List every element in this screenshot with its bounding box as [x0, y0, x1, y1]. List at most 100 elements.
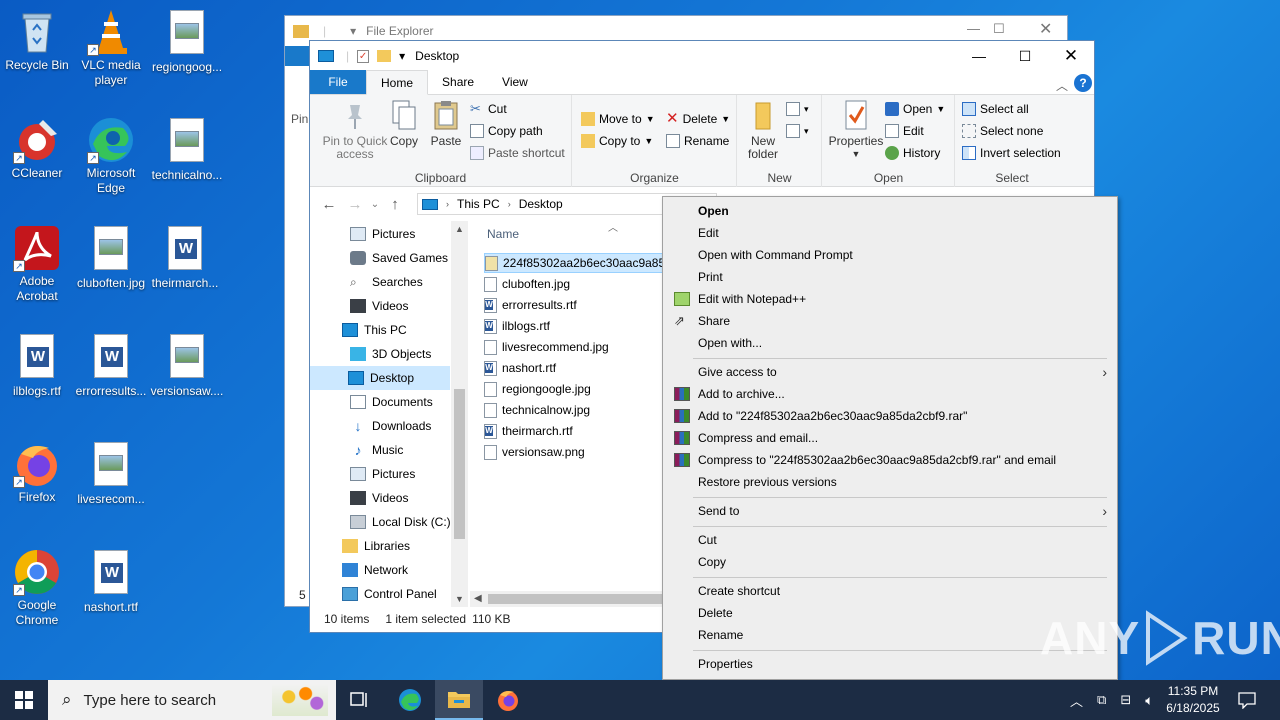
new-folder-button[interactable]: New folder: [744, 99, 782, 161]
tab-share[interactable]: Share: [428, 70, 488, 94]
breadcrumb-this-pc[interactable]: This PC: [457, 197, 500, 211]
file-item[interactable]: technicalnow.jpg: [484, 400, 590, 420]
copy-path-button[interactable]: Copy path: [470, 121, 543, 141]
menu-item-edit[interactable]: Edit: [665, 222, 1115, 244]
close-button[interactable]: ✕: [1048, 41, 1094, 71]
desktop-icon-livesrecommend[interactable]: livesrecom...: [74, 440, 148, 507]
maximize-button[interactable]: ☐: [1002, 41, 1048, 71]
maximize-button[interactable]: ☐: [993, 21, 1005, 37]
menu-item-compress-and-email[interactable]: Compress and email...: [665, 427, 1115, 449]
nav-item-pictures-2[interactable]: Pictures: [350, 462, 415, 486]
desktop-icon-firefox[interactable]: ↗ Firefox: [0, 440, 74, 505]
desktop-icon-ilblogs[interactable]: W ilblogs.rtf: [0, 332, 74, 399]
navigation-scrollbar[interactable]: ▲ ▼: [451, 221, 468, 607]
properties-qat-icon[interactable]: ✓: [357, 49, 370, 63]
taskbar-file-explorer-button[interactable]: [435, 680, 483, 720]
desktop-icon-edge[interactable]: ↗ Microsoft Edge: [74, 116, 148, 196]
menu-item-open[interactable]: Open: [665, 200, 1115, 222]
new-folder-qat-icon[interactable]: [377, 50, 392, 62]
scroll-up-arrow-icon[interactable]: ▲: [451, 221, 468, 237]
scroll-down-arrow-icon[interactable]: ▼: [451, 591, 468, 607]
nav-item-libraries[interactable]: Libraries: [342, 534, 410, 558]
nav-item-saved-games[interactable]: Saved Games: [350, 246, 448, 270]
desktop-icon-versionsaw[interactable]: versionsaw....: [150, 332, 224, 399]
paste-shortcut-button[interactable]: Paste shortcut: [470, 143, 565, 163]
menu-item-print[interactable]: Print: [665, 266, 1115, 288]
scrollbar-thumb[interactable]: [454, 389, 465, 539]
copy-to-button[interactable]: Copy to ▼: [581, 131, 653, 151]
volume-icon[interactable]: 🔈︎: [1145, 692, 1153, 709]
nav-item-this-pc[interactable]: This PC: [342, 318, 407, 342]
desktop-icon-recycle-bin[interactable]: Recycle Bin: [0, 8, 74, 73]
desktop-icon-regiongoogle[interactable]: regiongoog...: [150, 8, 224, 75]
collapse-ribbon-icon[interactable]: ︿: [1056, 77, 1068, 94]
help-icon[interactable]: ?: [1074, 74, 1092, 92]
file-tab-fragment[interactable]: [285, 46, 309, 66]
customize-qat-icon[interactable]: ▾: [399, 49, 405, 63]
invert-selection-button[interactable]: Invert selection: [962, 143, 1061, 163]
history-button[interactable]: History: [885, 143, 940, 163]
tab-home[interactable]: Home: [366, 70, 429, 95]
start-button[interactable]: [0, 680, 48, 720]
file-item[interactable]: ilblogs.rtf: [484, 316, 550, 336]
paste-button[interactable]: Paste: [428, 99, 464, 148]
menu-item-add-to-rar[interactable]: Add to "224f85302aa2b6ec30aac9a85da2cbf9…: [665, 405, 1115, 427]
back-arrow-icon[interactable]: ←: [316, 196, 342, 213]
device-icon[interactable]: ⧉: [1097, 692, 1106, 708]
task-view-button[interactable]: [336, 680, 384, 720]
cut-button[interactable]: ✂ Cut: [470, 99, 507, 119]
properties-button[interactable]: Properties ▼: [825, 99, 887, 161]
nav-item-videos-2[interactable]: Videos: [350, 486, 408, 510]
nav-item-videos[interactable]: Videos: [350, 294, 408, 318]
nav-item-documents[interactable]: Documents: [350, 390, 433, 414]
nav-item-control-panel[interactable]: Control Panel: [342, 582, 437, 606]
rename-button[interactable]: Rename: [666, 131, 729, 151]
select-none-button[interactable]: Select none: [962, 121, 1043, 141]
nav-item-network[interactable]: Network: [342, 558, 408, 582]
file-item[interactable]: theirmarch.rtf: [484, 421, 573, 441]
taskbar-clock[interactable]: 11:35 PM 6/18/2025: [1158, 683, 1228, 717]
minimize-button[interactable]: —: [967, 21, 980, 36]
move-to-button[interactable]: Move to ▼: [581, 109, 655, 129]
file-item[interactable]: versionsaw.png: [484, 442, 585, 462]
forward-arrow-icon[interactable]: →: [342, 196, 368, 213]
desktop-icon-theirmarch[interactable]: W theirmarch...: [148, 224, 222, 291]
menu-item-give-access-to[interactable]: Give access to ›: [665, 361, 1115, 383]
network-icon[interactable]: ⊟: [1120, 692, 1131, 708]
menu-item-edit-notepad-plus-plus[interactable]: Edit with Notepad++: [665, 288, 1115, 310]
menu-item-copy[interactable]: Copy: [665, 551, 1115, 573]
menu-item-open-command-prompt[interactable]: Open with Command Prompt: [665, 244, 1115, 266]
menu-item-create-shortcut[interactable]: Create shortcut: [665, 580, 1115, 602]
nav-item-pictures[interactable]: Pictures: [350, 222, 415, 246]
file-item[interactable]: livesrecommend.jpg: [484, 337, 609, 357]
file-item[interactable]: errorresults.rtf: [484, 295, 577, 315]
menu-item-send-to[interactable]: Send to ›: [665, 500, 1115, 522]
easy-access-button[interactable]: ▾: [786, 121, 809, 141]
close-button[interactable]: ✕: [1039, 19, 1052, 39]
show-hidden-icons-chevron-icon[interactable]: ︿: [1070, 691, 1083, 710]
edit-button[interactable]: Edit: [885, 121, 924, 141]
open-button[interactable]: Open ▼: [885, 99, 945, 119]
file-item[interactable]: 224f85302aa2b6ec30aac9a85da2cbf9: [484, 253, 664, 273]
tab-file[interactable]: File: [310, 70, 366, 94]
menu-item-restore-previous-versions[interactable]: Restore previous versions: [665, 471, 1115, 493]
file-item[interactable]: cluboften.jpg: [484, 274, 570, 294]
column-header-name[interactable]: Name: [487, 227, 519, 241]
desktop-icon-errorresults[interactable]: W errorresults...: [74, 332, 148, 399]
notifications-button[interactable]: [1224, 680, 1270, 720]
pin-quick-access-button[interactable]: Pin to Quick access: [316, 99, 394, 161]
taskbar-edge-button[interactable]: [386, 680, 434, 720]
desktop-icon-acrobat[interactable]: ↗ Adobe Acrobat: [0, 224, 74, 304]
nav-item-searches[interactable]: ⌕ Searches: [350, 270, 423, 294]
desktop-icon-technicalnow[interactable]: technicalno...: [150, 116, 224, 183]
nav-item-3d-objects[interactable]: 3D Objects: [350, 342, 431, 366]
menu-item-compress-to-rar-and-email[interactable]: Compress to "224f85302aa2b6ec30aac9a85da…: [665, 449, 1115, 471]
desktop-icon-chrome[interactable]: ↗ Google Chrome: [0, 548, 74, 628]
minimize-button[interactable]: —: [956, 41, 1002, 71]
menu-item-cut[interactable]: Cut: [665, 529, 1115, 551]
desktop-icon-vlc[interactable]: ↗ VLC media player: [74, 8, 148, 88]
menu-item-share[interactable]: ⇗ Share: [665, 310, 1115, 332]
nav-item-desktop[interactable]: Desktop: [310, 366, 450, 390]
file-item[interactable]: nashort.rtf: [484, 358, 556, 378]
desktop-icon-ccleaner[interactable]: ↗ CCleaner: [0, 116, 74, 181]
